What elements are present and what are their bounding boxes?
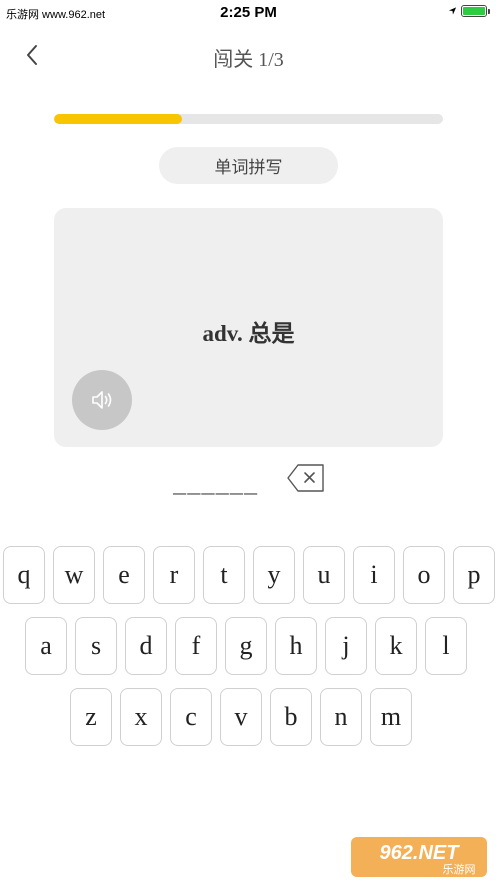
svg-text:乐游网: 乐游网 (443, 863, 476, 876)
battery-level (463, 7, 485, 15)
battery-nub (488, 9, 490, 14)
key-y[interactable]: y (253, 546, 295, 604)
key-j[interactable]: j (325, 617, 367, 675)
status-time: 2:25 PM (220, 4, 277, 21)
backspace-icon (287, 464, 324, 492)
key-a[interactable]: a (25, 617, 67, 675)
key-b[interactable]: b (270, 688, 312, 746)
key-d[interactable]: d (125, 617, 167, 675)
key-n[interactable]: n (320, 688, 362, 746)
speaker-icon (92, 391, 112, 409)
svg-text:962.NET: 962.NET (380, 842, 461, 864)
key-o[interactable]: o (403, 546, 445, 604)
key-q[interactable]: q (3, 546, 45, 604)
key-c[interactable]: c (170, 688, 212, 746)
key-g[interactable]: g (225, 617, 267, 675)
status-right-indicators (448, 5, 490, 17)
key-z[interactable]: z (70, 688, 112, 746)
word-card: adv. 总是 (54, 208, 443, 447)
word-definition: adv. 总是 (202, 321, 295, 346)
location-arrow-icon (448, 7, 457, 15)
backspace-button[interactable] (286, 462, 326, 494)
key-p[interactable]: p (453, 546, 495, 604)
play-audio-button[interactable] (72, 370, 132, 430)
progress-fill (54, 114, 183, 124)
key-w[interactable]: w (53, 546, 95, 604)
key-u[interactable]: u (303, 546, 345, 604)
answer-blanks: ______ (173, 474, 259, 499)
key-t[interactable]: t (203, 546, 245, 604)
key-h[interactable]: h (275, 617, 317, 675)
key-x[interactable]: x (120, 688, 162, 746)
key-e[interactable]: e (103, 546, 145, 604)
mode-label: 单词拼写 (159, 147, 338, 184)
page-title: 闯关 1/3 (213, 49, 284, 71)
key-l[interactable]: l (425, 617, 467, 675)
key-s[interactable]: s (75, 617, 117, 675)
key-v[interactable]: v (220, 688, 262, 746)
status-bar: 乐游网 www.962.net 2:25 PM (0, 0, 497, 26)
key-i[interactable]: i (353, 546, 395, 604)
key-f[interactable]: f (175, 617, 217, 675)
battery-icon (461, 5, 490, 17)
key-m[interactable]: m (370, 688, 412, 746)
site-watermark-logo: 962.NET 乐游网 (349, 831, 489, 879)
level-progress-bar (54, 114, 443, 124)
key-k[interactable]: k (375, 617, 417, 675)
key-r[interactable]: r (153, 546, 195, 604)
